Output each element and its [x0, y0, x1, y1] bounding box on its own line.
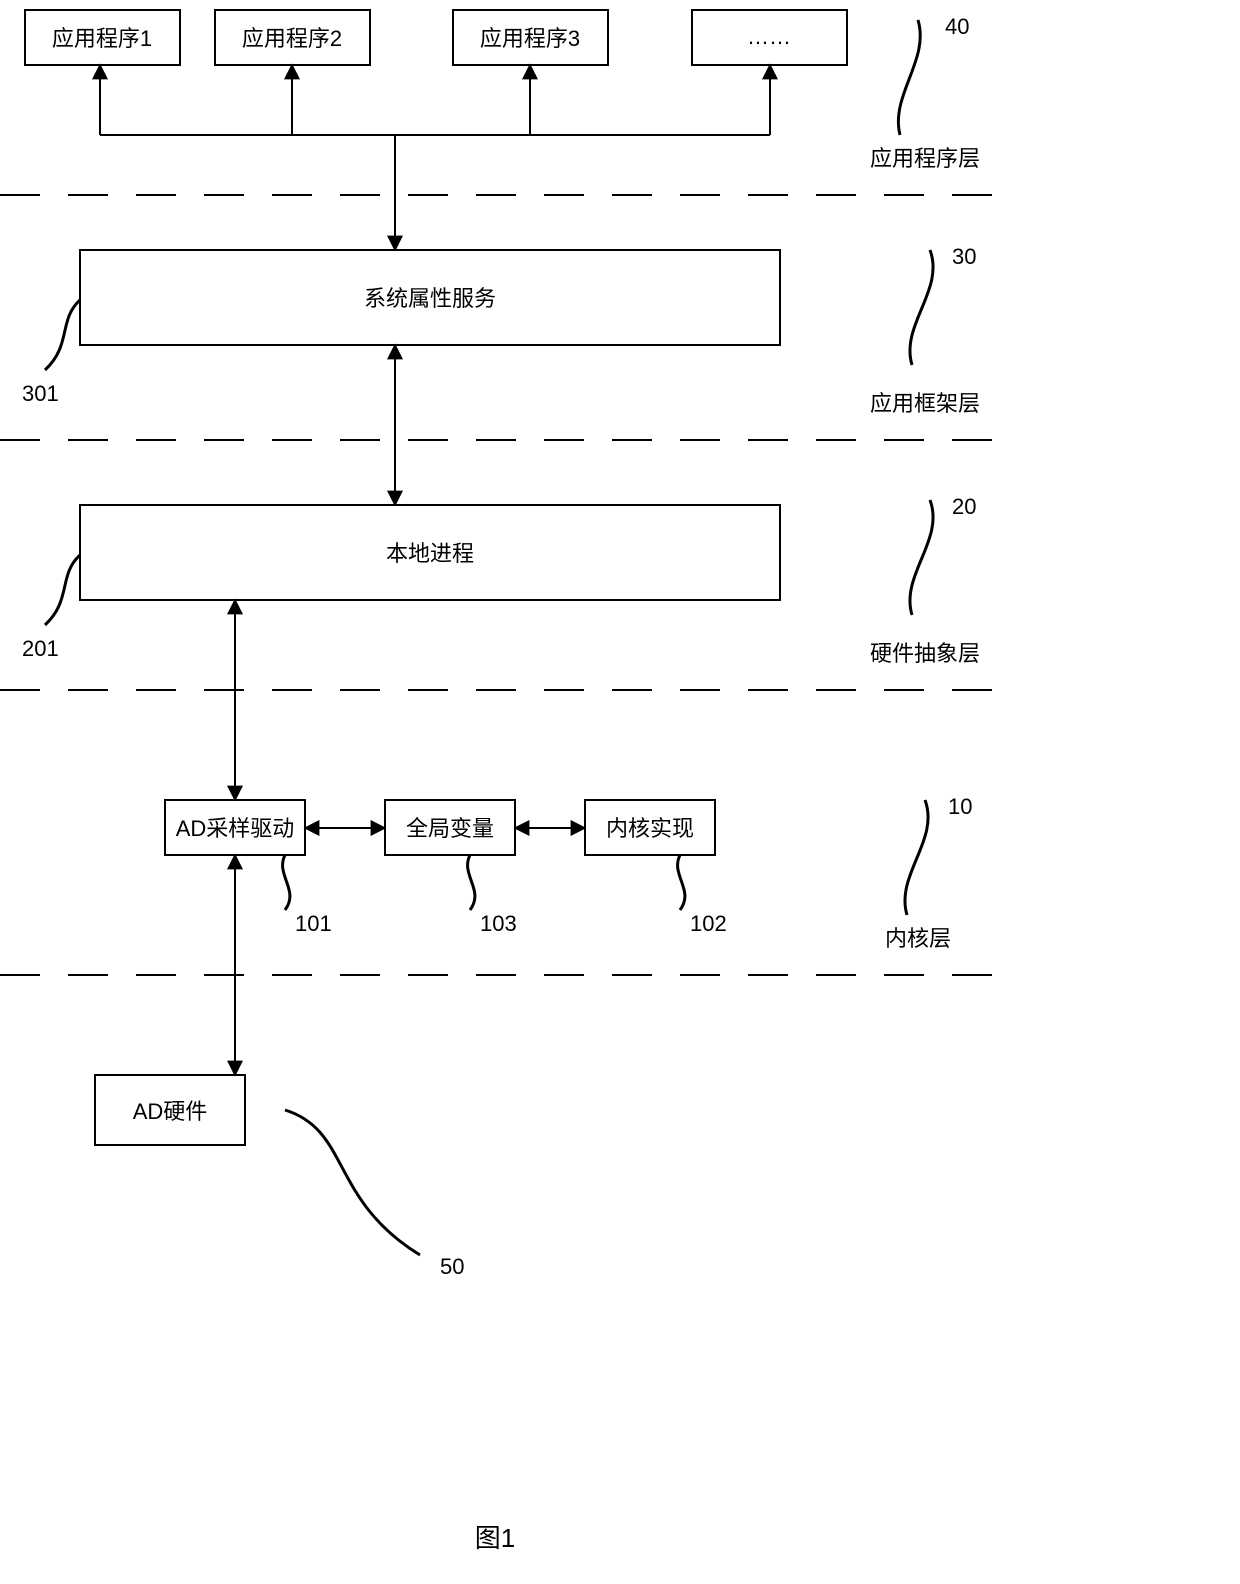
ref-30: 30	[952, 244, 976, 269]
ref-102: 102	[690, 911, 727, 936]
app-box-3: 应用程序3	[453, 10, 608, 65]
callout-301	[45, 300, 80, 370]
system-property-service-label: 系统属性服务	[364, 286, 496, 311]
kernel-impl-box: 内核实现	[585, 800, 715, 855]
layer-app-label: 应用程序层	[870, 146, 980, 171]
callout-103	[468, 855, 475, 910]
global-variable-box: 全局变量	[385, 800, 515, 855]
ad-hardware-label: AD硬件	[133, 1099, 208, 1124]
app-box-2: 应用程序2	[215, 10, 370, 65]
ad-sampling-driver-label: AD采样驱动	[176, 816, 295, 841]
ref-40: 40	[945, 14, 969, 39]
ref-201: 201	[22, 636, 59, 661]
ref-103: 103	[480, 911, 517, 936]
callout-102	[678, 855, 685, 910]
local-process-label: 本地进程	[386, 541, 474, 566]
figure-label: 图1	[475, 1523, 515, 1553]
local-process-box: 本地进程	[80, 505, 780, 600]
callout-10	[905, 800, 928, 915]
ref-20: 20	[952, 494, 976, 519]
callout-50	[285, 1110, 420, 1255]
global-variable-label: 全局变量	[406, 816, 494, 841]
app-box-more: ……	[692, 10, 847, 65]
app2-label: 应用程序2	[242, 26, 342, 51]
ref-101: 101	[295, 911, 332, 936]
app3-label: 应用程序3	[480, 26, 580, 51]
architecture-diagram: 应用程序1 应用程序2 应用程序3 …… 40 应用程序层 系统属性服务 301…	[0, 0, 1240, 1584]
layer-kernel-label: 内核层	[885, 926, 951, 951]
layer-framework-label: 应用框架层	[870, 391, 980, 416]
app-more-label: ……	[747, 24, 791, 49]
ad-hardware-box: AD硬件	[95, 1075, 245, 1145]
ref-10: 10	[948, 794, 972, 819]
callout-101	[283, 855, 290, 910]
app-box-1: 应用程序1	[25, 10, 180, 65]
callout-20	[910, 500, 933, 615]
kernel-impl-label: 内核实现	[606, 816, 694, 841]
callout-40	[898, 20, 920, 135]
callout-30	[910, 250, 933, 365]
ref-50: 50	[440, 1254, 464, 1279]
ref-301: 301	[22, 381, 59, 406]
layer-hal-label: 硬件抽象层	[870, 641, 980, 666]
system-property-service-box: 系统属性服务	[80, 250, 780, 345]
app1-label: 应用程序1	[52, 26, 152, 51]
callout-201	[45, 555, 80, 625]
ad-sampling-driver-box: AD采样驱动	[165, 800, 305, 855]
